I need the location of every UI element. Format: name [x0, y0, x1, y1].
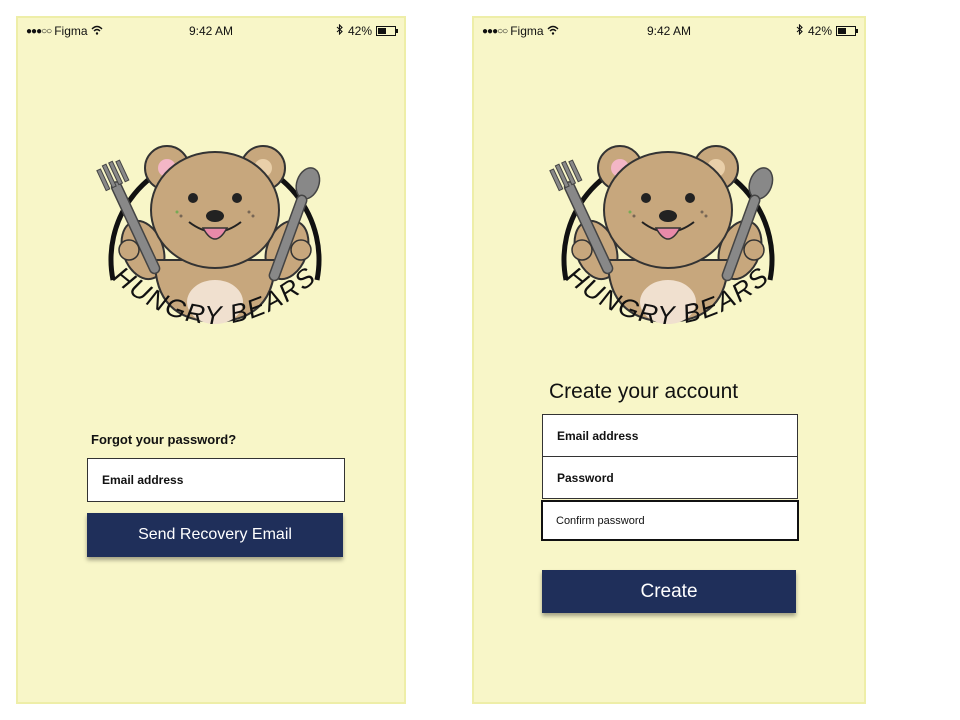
password-label: Password: [557, 470, 614, 485]
status-bar: ●●●○○ Figma 9:42 AM 42%: [474, 18, 864, 46]
forgot-heading: Forgot your password?: [91, 432, 237, 447]
create-button[interactable]: Create: [542, 570, 796, 613]
email-field[interactable]: Email address: [542, 414, 798, 457]
confirm-password-field[interactable]: Confirm password: [541, 500, 799, 541]
battery-percent: 42%: [347, 24, 372, 38]
create-heading: Create your account: [549, 380, 739, 403]
create-account-screen: ●●●○○ Figma 9:42 AM 42% HUNGRY BEARS Cre…: [472, 16, 866, 704]
forgot-password-screen: ●●●○○ Figma 9:42 AM 42% HUNGRY BEARS For…: [16, 16, 406, 704]
confirm-password-label: Confirm password: [556, 514, 645, 527]
send-button-label: Send Recovery Email: [138, 526, 292, 543]
email-label: Email address: [102, 473, 184, 487]
battery-percent: 42%: [807, 24, 832, 38]
battery-icon: [376, 26, 398, 36]
email-label: Email address: [557, 428, 639, 443]
password-field[interactable]: Password: [542, 456, 798, 499]
create-button-label: Create: [640, 580, 698, 602]
hungry-bears-logo: HUNGRY BEARS: [85, 110, 345, 370]
bluetooth-icon: [336, 23, 344, 38]
status-bar: ●●●○○ Figma 9:42 AM 42%: [18, 18, 404, 46]
battery-icon: [836, 26, 858, 36]
hungry-bears-logo: HUNGRY BEARS: [538, 110, 798, 370]
bluetooth-icon: [796, 23, 804, 38]
send-recovery-email-button[interactable]: Send Recovery Email: [87, 513, 343, 557]
email-field[interactable]: Email address: [87, 458, 345, 502]
